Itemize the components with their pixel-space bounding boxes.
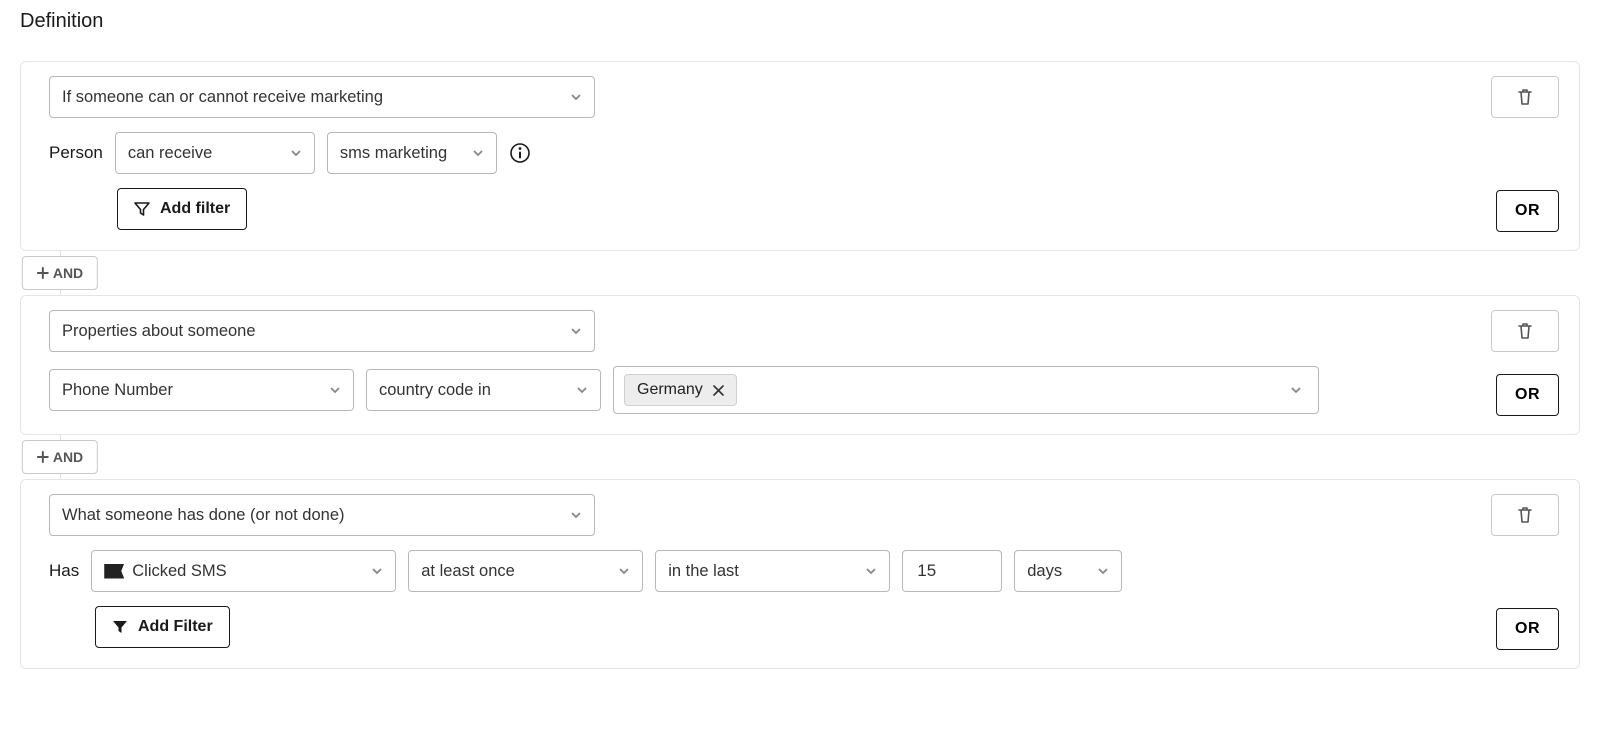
has-label: Has bbox=[49, 561, 79, 581]
condition-type-select[interactable]: If someone can or cannot receive marketi… bbox=[49, 76, 595, 118]
add-filter-button[interactable]: Add Filter bbox=[95, 606, 230, 648]
chevron-down-icon bbox=[618, 565, 630, 577]
or-button[interactable]: OR bbox=[1496, 374, 1559, 416]
trash-icon bbox=[1517, 88, 1533, 106]
condition-type-value: Properties about someone bbox=[62, 322, 256, 341]
and-button[interactable]: AND bbox=[22, 440, 98, 474]
channel-select[interactable]: sms marketing bbox=[327, 132, 497, 174]
condition-card-1: If someone can or cannot receive marketi… bbox=[20, 61, 1580, 251]
range-number-input[interactable] bbox=[902, 550, 1002, 592]
frequency-value: at least once bbox=[421, 562, 515, 581]
or-label: OR bbox=[1515, 620, 1540, 637]
value-tag-input[interactable]: Germany bbox=[613, 366, 1319, 414]
delete-condition-button[interactable] bbox=[1491, 76, 1559, 118]
event-icon bbox=[104, 564, 124, 579]
and-label: AND bbox=[53, 265, 83, 281]
add-filter-label: Add filter bbox=[160, 200, 230, 218]
and-label: AND bbox=[53, 449, 83, 465]
trash-icon bbox=[1517, 506, 1533, 524]
condition-type-select[interactable]: What someone has done (or not done) bbox=[49, 494, 595, 536]
chevron-down-icon bbox=[290, 147, 302, 159]
chevron-down-icon bbox=[865, 565, 877, 577]
property-value: Phone Number bbox=[62, 381, 173, 400]
chevron-down-icon bbox=[570, 91, 582, 103]
range-value-label: in the last bbox=[668, 562, 739, 581]
and-connector: AND bbox=[20, 251, 1580, 295]
verb-select[interactable]: can receive bbox=[115, 132, 315, 174]
event-select[interactable]: Clicked SMS bbox=[91, 550, 396, 592]
add-filter-label: Add Filter bbox=[138, 618, 213, 636]
info-icon[interactable] bbox=[509, 142, 531, 164]
operator-select[interactable]: country code in bbox=[366, 369, 601, 411]
plus-icon bbox=[37, 451, 49, 463]
or-button[interactable]: OR bbox=[1496, 608, 1559, 650]
and-button[interactable]: AND bbox=[22, 256, 98, 290]
tag-chip: Germany bbox=[624, 374, 737, 406]
add-filter-button[interactable]: Add filter bbox=[117, 188, 247, 230]
chevron-down-icon bbox=[570, 509, 582, 521]
tag-label: Germany bbox=[637, 381, 703, 399]
or-label: OR bbox=[1515, 386, 1540, 403]
verb-value: can receive bbox=[128, 144, 212, 163]
condition-type-value: If someone can or cannot receive marketi… bbox=[62, 88, 383, 107]
delete-condition-button[interactable] bbox=[1491, 310, 1559, 352]
chevron-down-icon bbox=[576, 384, 588, 396]
chevron-down-icon bbox=[472, 147, 484, 159]
range-unit-select[interactable]: days bbox=[1014, 550, 1122, 592]
and-connector: AND bbox=[20, 435, 1580, 479]
chevron-down-icon bbox=[371, 565, 383, 577]
trash-icon bbox=[1517, 322, 1533, 340]
chevron-down-icon bbox=[570, 325, 582, 337]
chevron-down-icon bbox=[329, 384, 341, 396]
operator-value: country code in bbox=[379, 381, 491, 400]
chevron-down-icon bbox=[1097, 565, 1109, 577]
or-label: OR bbox=[1515, 202, 1540, 219]
funnel-icon bbox=[134, 201, 150, 217]
event-value: Clicked SMS bbox=[132, 562, 226, 581]
range-select[interactable]: in the last bbox=[655, 550, 890, 592]
page-title: Definition bbox=[20, 10, 1580, 33]
range-unit-value: days bbox=[1027, 562, 1062, 581]
condition-card-3: What someone has done (or not done) Has … bbox=[20, 479, 1580, 669]
plus-icon bbox=[37, 267, 49, 279]
remove-tag-icon[interactable] bbox=[713, 385, 724, 396]
person-label: Person bbox=[49, 143, 103, 163]
or-button[interactable]: OR bbox=[1496, 190, 1559, 232]
condition-card-2: Properties about someone Phone Number co… bbox=[20, 295, 1580, 435]
chevron-down-icon bbox=[1290, 384, 1308, 396]
delete-condition-button[interactable] bbox=[1491, 494, 1559, 536]
condition-type-value: What someone has done (or not done) bbox=[62, 506, 345, 525]
funnel-icon bbox=[112, 619, 128, 635]
channel-value: sms marketing bbox=[340, 144, 447, 163]
frequency-select[interactable]: at least once bbox=[408, 550, 643, 592]
property-select[interactable]: Phone Number bbox=[49, 369, 354, 411]
condition-type-select[interactable]: Properties about someone bbox=[49, 310, 595, 352]
